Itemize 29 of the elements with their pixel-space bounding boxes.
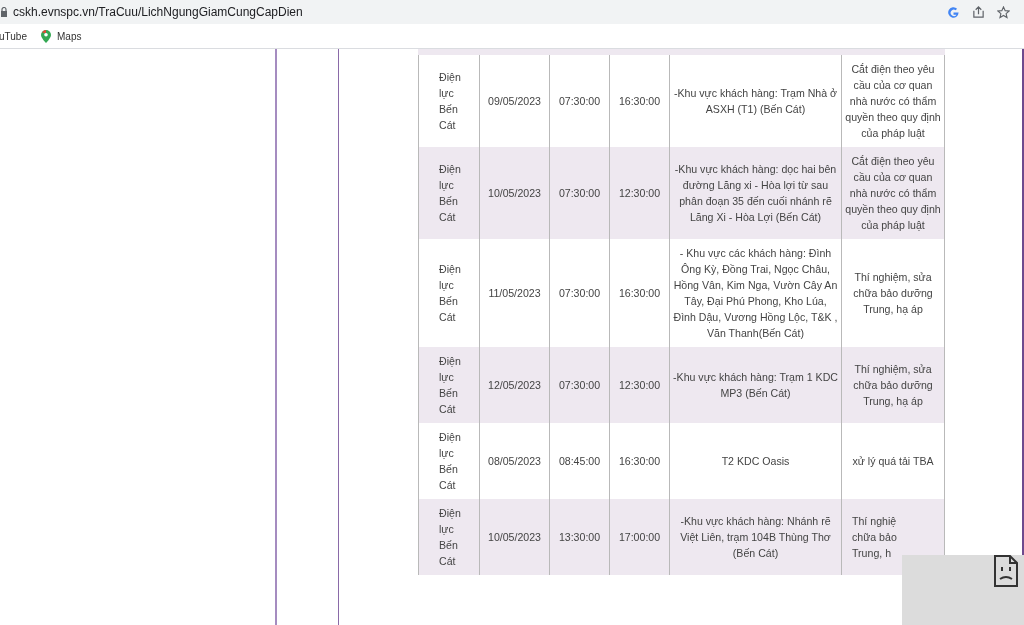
table-cell: 13:30:00 <box>549 499 610 575</box>
table-cell: 10/05/2023 <box>479 147 550 239</box>
address-bar-url[interactable]: cskh.evnspc.vn/TraCuu/LichNgungGiamCungCapDien <box>13 5 303 19</box>
table-cell-text: Điện lực Bến Cát <box>439 262 462 325</box>
star-icon[interactable] <box>997 5 1010 19</box>
table-cell-text: Điện lực Bến Cát <box>439 70 462 133</box>
table-cell: Thí nghiệm, sửa chữa bảo dưỡng Trung, hạ áp <box>841 347 945 423</box>
table-cell: 12:30:00 <box>609 347 670 423</box>
share-icon[interactable] <box>972 5 985 19</box>
table-cell: 17:00:00 <box>609 499 670 575</box>
bookmark-link[interactable]: uTube <box>0 30 27 42</box>
table-cell-text: Điện lực Bến Cát <box>439 430 462 493</box>
table-cell-text: Điện lực Bến Cát <box>439 506 462 569</box>
table-cell-text: Điện lực Bến Cát <box>439 354 462 417</box>
table-cell: 07:30:00 <box>549 147 610 239</box>
table-cell: 12/05/2023 <box>479 347 550 423</box>
table-cell: 12:30:00 <box>609 147 670 239</box>
lock-icon <box>1 7 7 17</box>
table-cell: 10/05/2023 <box>479 499 550 575</box>
table-cell: -Khu vực khách hàng: dọc hai bên đường Lăng xi - Hòa lợi từ sau phân đoạn 35 đến cuối nhánh rẽ Lăng Xi - Hòa Lợi (Bến Cát) <box>669 147 842 239</box>
table-cell-text: Điện lực Bến Cát <box>439 162 462 225</box>
table-cell: -Khu vực khách hàng: Nhánh rẽ Việt Liên, trạm 104B Thùng Thơ (Bến Cát) <box>669 499 842 575</box>
map-pin-icon <box>41 29 51 43</box>
table-cell: -Khu vực khách hàng: Trạm 1 KDC MP3 (Bến Cát) <box>669 347 842 423</box>
broken-file-icon <box>994 555 1018 587</box>
table-cell: 07:30:00 <box>549 347 610 423</box>
google-icon[interactable] <box>947 5 960 19</box>
bookmark-link[interactable]: Maps <box>41 29 82 43</box>
table-cell: Cắt điện theo yêu cầu của cơ quan nhà nước có thẩm quyền theo quy định của pháp luật <box>841 147 945 239</box>
